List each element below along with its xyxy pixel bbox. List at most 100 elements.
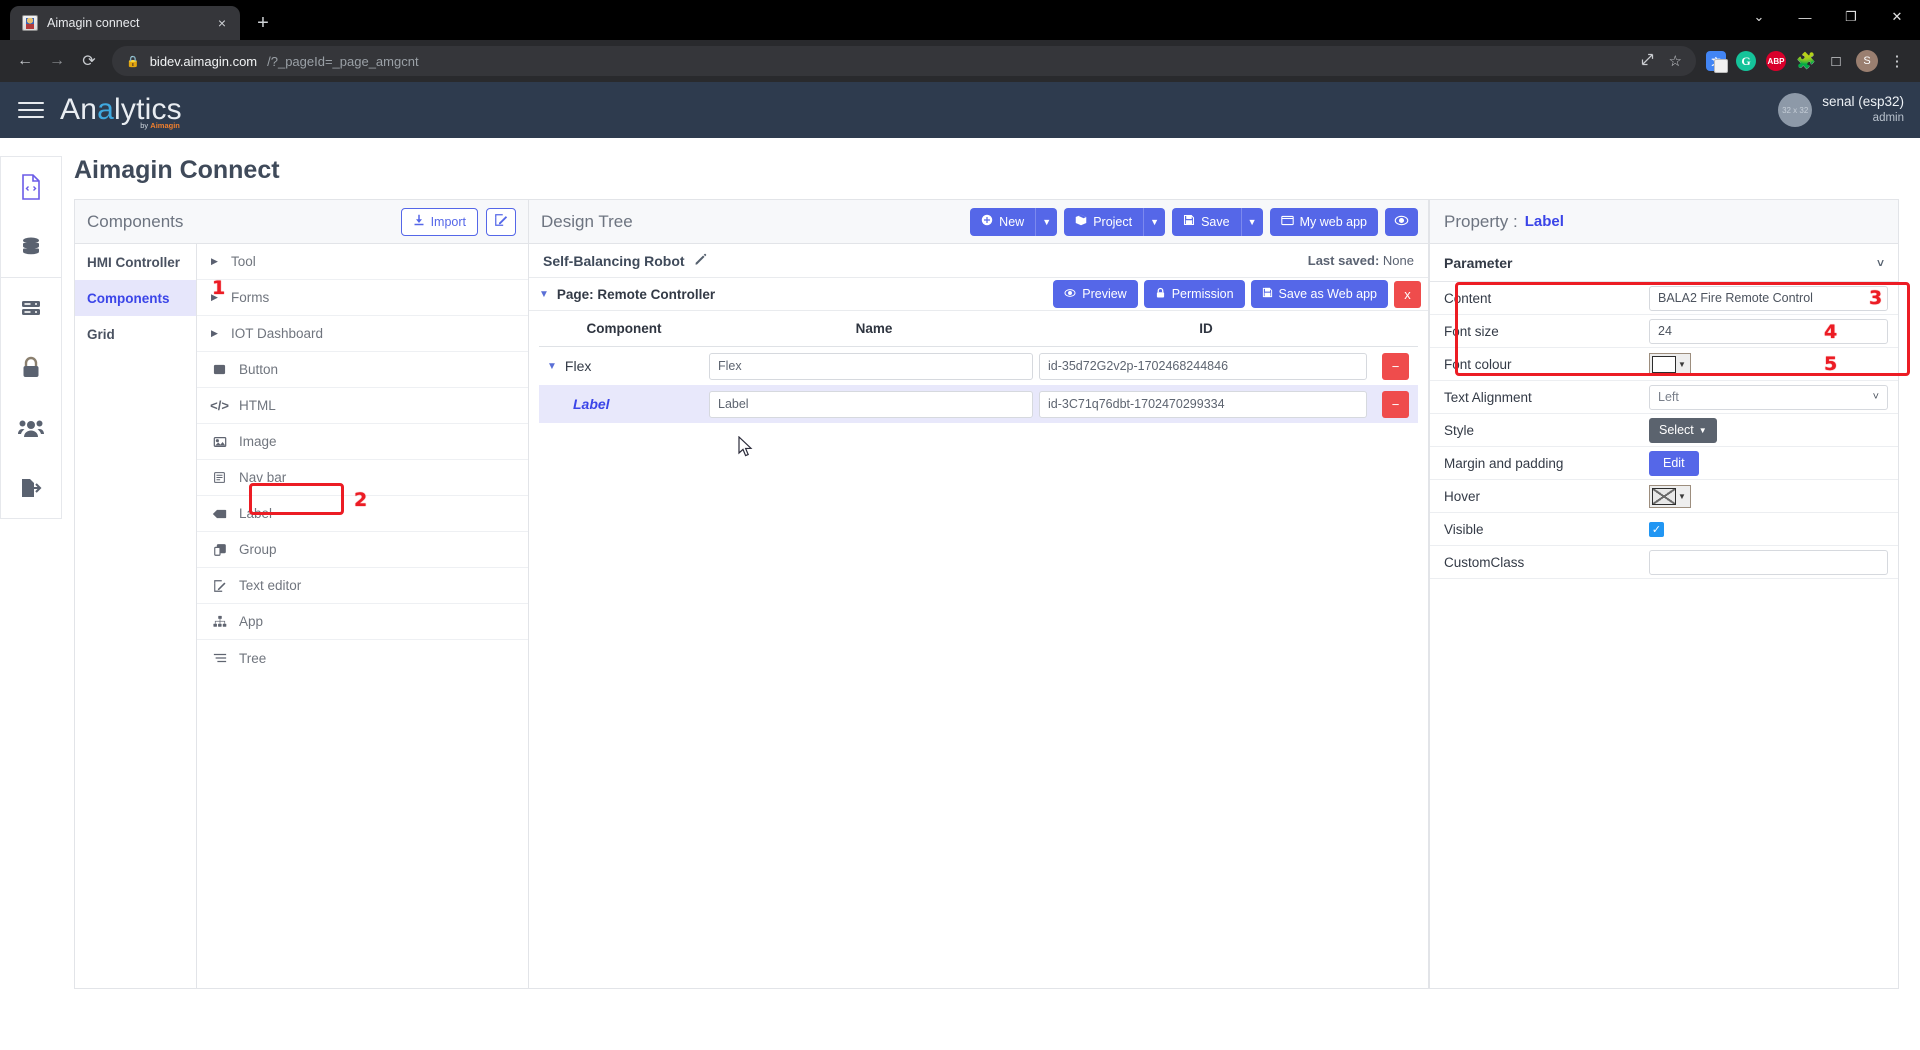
preview-eye-button[interactable] bbox=[1385, 207, 1418, 236]
main-content: Aimagin Connect Components Import HMI Co… bbox=[62, 138, 1920, 1050]
margin-padding-edit-button[interactable]: Edit bbox=[1649, 450, 1699, 476]
user-menu[interactable]: 32 x 32 senal (esp32) admin bbox=[1770, 90, 1904, 130]
category-hmi-controller[interactable]: HMI Controller bbox=[75, 244, 196, 280]
address-bar[interactable]: 🔒 bidev.aimagin.com /?_pageId=_page_amgc… bbox=[112, 46, 1696, 76]
my-web-app-label: My web app bbox=[1299, 214, 1367, 229]
remove-row-button[interactable]: − bbox=[1382, 352, 1409, 380]
component-item-image[interactable]: Image bbox=[197, 424, 528, 460]
chevron-down-icon[interactable]: ⌄ bbox=[1736, 0, 1782, 34]
sidebar-item-database[interactable] bbox=[1, 217, 61, 277]
component-item-tool[interactable]: ▶ Tool bbox=[197, 244, 528, 280]
sidebar-item-lock[interactable] bbox=[1, 338, 61, 398]
user-role: admin bbox=[1872, 112, 1904, 125]
sidebar-item-users[interactable] bbox=[1, 398, 61, 458]
components-panel-header: Components Import bbox=[75, 200, 528, 244]
adblock-plus-icon[interactable]: ABP bbox=[1766, 51, 1786, 71]
extensions-puzzle-icon[interactable]: 🧩 bbox=[1796, 51, 1816, 71]
project-button[interactable]: Project bbox=[1064, 207, 1144, 236]
minimize-icon[interactable]: — bbox=[1782, 0, 1828, 34]
category-grid[interactable]: Grid bbox=[75, 316, 196, 352]
visible-checkbox[interactable]: ✓ bbox=[1649, 521, 1664, 537]
square-extension-icon[interactable]: □ bbox=[1826, 51, 1846, 71]
component-item-button[interactable]: Button bbox=[197, 352, 528, 388]
component-item-group[interactable]: Group bbox=[197, 532, 528, 568]
row-name-input[interactable]: Flex bbox=[709, 352, 1033, 380]
forward-icon[interactable]: → bbox=[42, 46, 72, 76]
sidebar-item-server[interactable] bbox=[1, 278, 61, 338]
edit-components-button[interactable] bbox=[486, 207, 516, 236]
google-translate-icon[interactable]: 文 bbox=[1706, 51, 1728, 73]
last-saved-label: Last saved: bbox=[1307, 253, 1380, 268]
tab-title: Aimagin connect bbox=[47, 16, 140, 30]
component-item-app[interactable]: App bbox=[197, 604, 528, 640]
sidebar-item-logout[interactable] bbox=[1, 458, 61, 518]
save-dropdown-caret[interactable]: ▼ bbox=[1240, 207, 1263, 236]
remove-row-button[interactable]: − bbox=[1382, 390, 1409, 418]
import-button[interactable]: Import bbox=[400, 207, 478, 236]
column-header-name: Name bbox=[855, 321, 893, 336]
property-row-visible: Visible ✓ bbox=[1430, 513, 1898, 546]
box-icon bbox=[1075, 214, 1087, 229]
caret-right-icon: ▶ bbox=[211, 256, 218, 266]
property-label: Font size bbox=[1444, 323, 1499, 339]
row-component-label: Label bbox=[573, 396, 610, 412]
maximize-icon[interactable]: ❐ bbox=[1828, 0, 1874, 34]
component-item-label[interactable]: Label bbox=[197, 496, 528, 532]
component-item-forms[interactable]: ▶ Forms bbox=[197, 280, 528, 316]
reload-icon[interactable]: ⟳ bbox=[74, 46, 104, 76]
favicon-icon bbox=[22, 15, 38, 31]
component-item-html[interactable]: </> HTML bbox=[197, 388, 528, 424]
save-as-web-app-button[interactable]: Save as Web app bbox=[1250, 280, 1388, 308]
new-button[interactable]: New bbox=[970, 207, 1036, 236]
row-id-input[interactable]: id-35d72G2v2p-1702468244846 bbox=[1039, 352, 1367, 380]
save-button[interactable]: Save bbox=[1172, 207, 1241, 236]
property-row-text-alignment: Text Alignment Left ˅ bbox=[1430, 381, 1898, 414]
table-row[interactable]: ▼ Flex Flex id-35d72G2v2p-1702468244846 … bbox=[539, 347, 1418, 385]
chevron-down-icon[interactable]: ˅ bbox=[1877, 256, 1884, 270]
row-id-input[interactable]: id-3C71q76dbt-1702470299334 bbox=[1039, 390, 1367, 418]
close-page-button[interactable]: x bbox=[1394, 280, 1421, 308]
my-web-app-button[interactable]: My web app bbox=[1269, 207, 1378, 236]
font-colour-picker[interactable]: ▼ bbox=[1649, 352, 1691, 376]
custom-class-input[interactable] bbox=[1649, 549, 1888, 575]
content-input[interactable]: BALA2 Fire Remote Control bbox=[1649, 285, 1888, 311]
caret-down-icon: ▼ bbox=[1698, 425, 1707, 435]
component-item-tree[interactable]: Tree bbox=[197, 640, 528, 676]
component-item-text-editor[interactable]: Text editor bbox=[197, 568, 528, 604]
browser-navbar: ← → ⟳ 🔒 bidev.aimagin.com /?_pageId=_pag… bbox=[0, 40, 1920, 82]
table-row[interactable]: Label Label id-3C71q76dbt-1702470299334 … bbox=[539, 385, 1418, 423]
style-select-button[interactable]: Select ▼ bbox=[1649, 417, 1717, 443]
caret-down-icon[interactable]: ▼ bbox=[1678, 360, 1686, 369]
hover-colour-picker[interactable]: ▼ bbox=[1649, 484, 1691, 508]
component-item-nav-bar[interactable]: Nav bar bbox=[197, 460, 528, 496]
close-icon[interactable]: × bbox=[212, 13, 232, 33]
window-close-icon[interactable]: ✕ bbox=[1874, 0, 1920, 34]
colour-swatch bbox=[1652, 355, 1676, 373]
caret-down-icon[interactable]: ▼ bbox=[547, 361, 557, 372]
design-tree-panel: Design Tree New ▼ Project ▼ Save ▼ My we… bbox=[529, 199, 1429, 989]
pencil-icon[interactable] bbox=[694, 253, 707, 269]
grammarly-icon[interactable]: G bbox=[1736, 51, 1756, 71]
category-components[interactable]: Components bbox=[75, 280, 196, 316]
page-preview-button[interactable]: Preview bbox=[1053, 280, 1138, 308]
parameter-section-header[interactable]: Parameter ˅ bbox=[1430, 244, 1898, 282]
component-item-iot-dashboard[interactable]: ▶ IOT Dashboard bbox=[197, 316, 528, 352]
caret-down-icon[interactable]: ▼ bbox=[1678, 492, 1686, 501]
text-alignment-select[interactable]: Left ˅ bbox=[1649, 384, 1888, 410]
profile-avatar[interactable]: S bbox=[1856, 50, 1878, 72]
font-size-input[interactable]: 24 bbox=[1649, 318, 1888, 344]
hamburger-menu-icon[interactable] bbox=[14, 93, 48, 127]
caret-down-icon[interactable]: ▼ bbox=[539, 289, 549, 300]
back-icon[interactable]: ← bbox=[10, 46, 40, 76]
browser-menu-icon[interactable]: ⋮ bbox=[1888, 52, 1906, 70]
bookmark-star-icon[interactable]: ☆ bbox=[1669, 52, 1682, 70]
row-name-input[interactable]: Label bbox=[709, 390, 1033, 418]
page-permission-button[interactable]: Permission bbox=[1143, 280, 1245, 308]
new-dropdown-caret[interactable]: ▼ bbox=[1035, 207, 1058, 236]
project-dropdown-caret[interactable]: ▼ bbox=[1143, 207, 1166, 236]
new-tab-button[interactable]: + bbox=[248, 8, 278, 38]
sidebar-item-file-code[interactable] bbox=[1, 157, 61, 217]
browser-tab[interactable]: Aimagin connect × bbox=[10, 6, 240, 40]
share-icon[interactable] bbox=[1640, 52, 1655, 70]
eye-icon bbox=[1064, 287, 1076, 302]
